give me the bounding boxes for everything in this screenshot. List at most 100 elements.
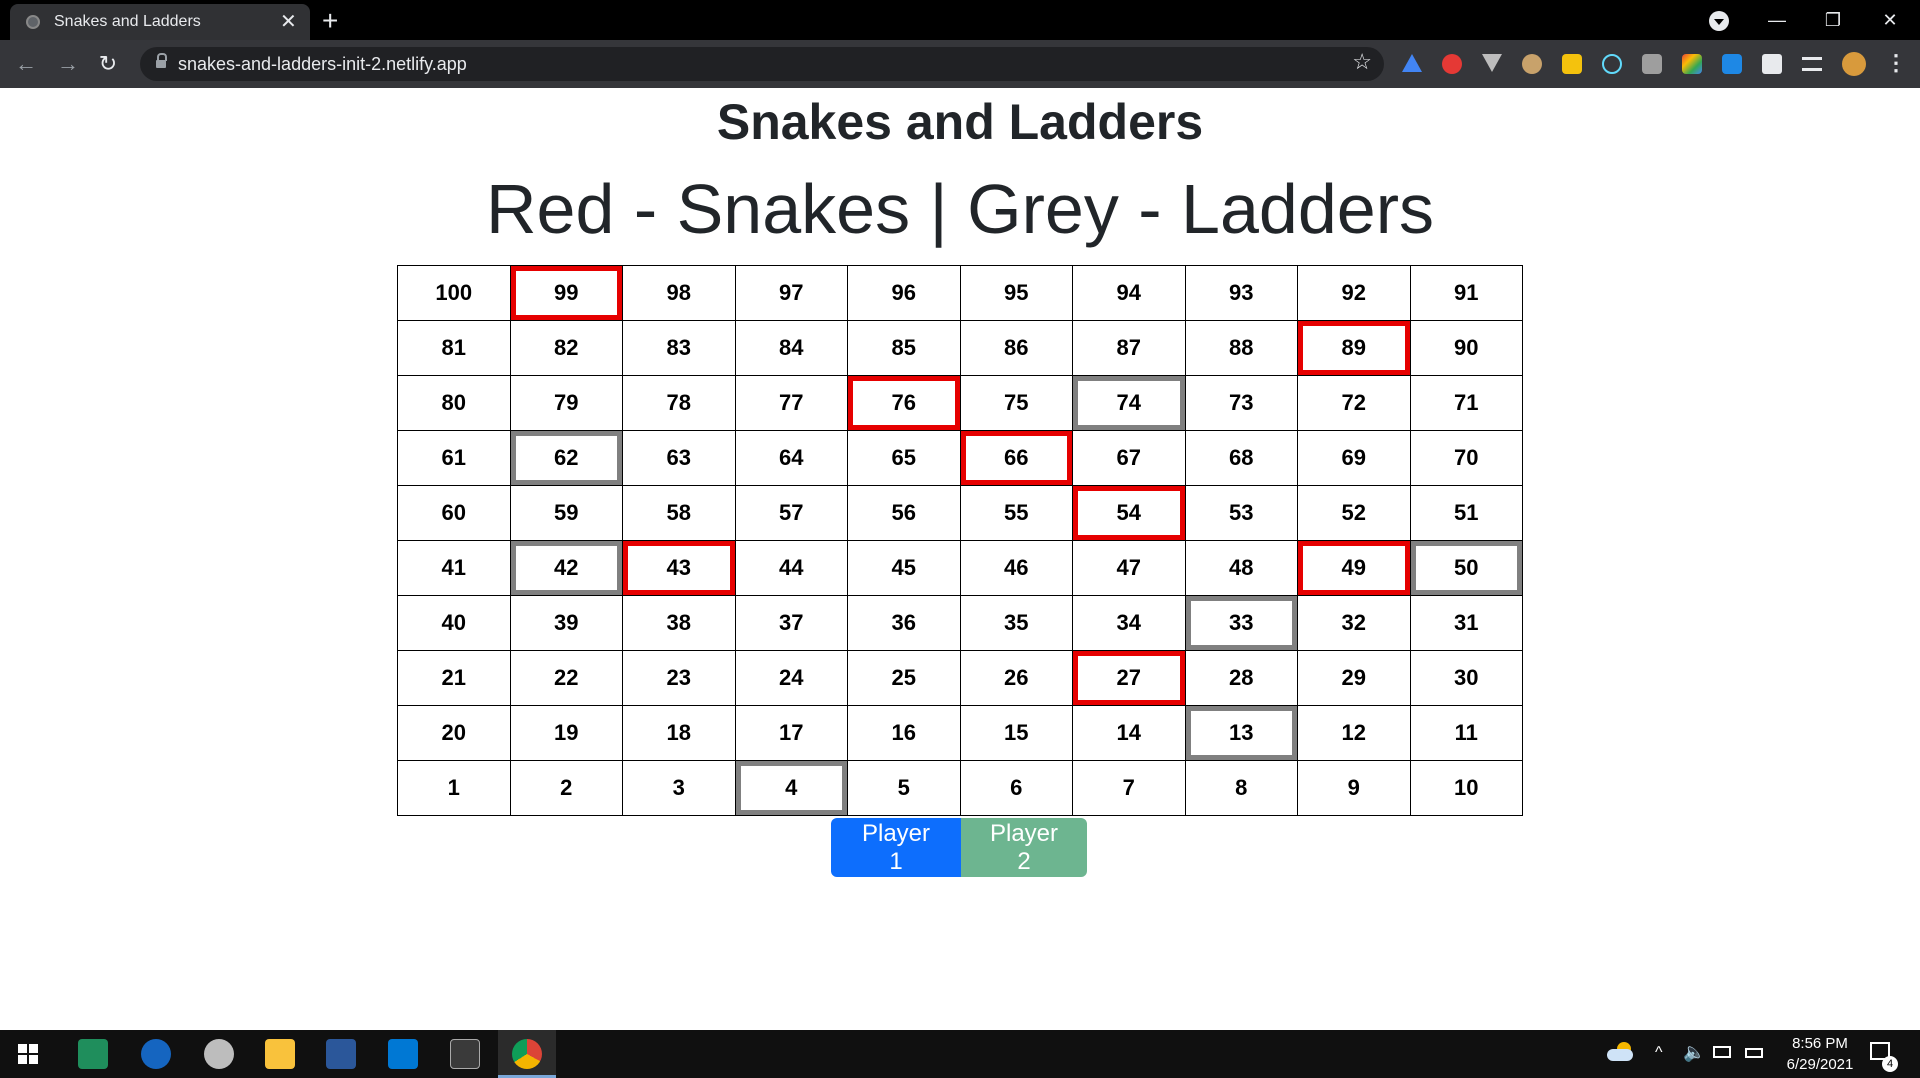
board-cell-34: 34	[1072, 595, 1186, 651]
page-subtitle: Red - Snakes | Grey - Ladders	[485, 170, 1435, 248]
player-button-group: Player 1 Player 2	[831, 818, 1087, 877]
back-button[interactable]: ←	[10, 48, 42, 80]
player2-button[interactable]: Player 2	[961, 818, 1087, 877]
board-cell-85: 85	[847, 320, 961, 376]
board-cell-93: 93	[1184, 265, 1298, 321]
board-cell-37: 37	[734, 595, 848, 651]
board-cell-28: 28	[1184, 650, 1298, 706]
puzzle-extensions-icon[interactable]	[1762, 54, 1782, 74]
windows-start-icon[interactable]	[18, 1044, 38, 1064]
board-cell-57: 57	[734, 485, 848, 541]
player1-button[interactable]: Player 1	[831, 818, 961, 877]
cookie-icon[interactable]	[1522, 54, 1542, 74]
board-cell-65: 65	[847, 430, 961, 486]
board-cell-19: 19	[509, 705, 623, 761]
profile-avatar-icon[interactable]	[1842, 52, 1866, 76]
clock-time[interactable]: 8:56 PM	[1770, 1035, 1870, 1052]
board-cell-79: 79	[509, 375, 623, 431]
board-cell-91: 91	[1409, 265, 1523, 321]
notification-count: 4	[1882, 1056, 1898, 1072]
reload-button[interactable]: ↻	[92, 48, 124, 80]
board-cell-13: 13	[1184, 705, 1298, 761]
board-cell-20: 20	[397, 705, 511, 761]
react-devtools-icon[interactable]	[1602, 54, 1622, 74]
board-cell-87: 87	[1072, 320, 1186, 376]
file-explorer-icon[interactable]	[265, 1039, 295, 1069]
globe-icon	[26, 15, 40, 29]
chat-icon[interactable]	[1642, 54, 1662, 74]
board-cell-51: 51	[1409, 485, 1523, 541]
board-cell-94: 94	[1072, 265, 1186, 321]
battery-icon[interactable]	[1745, 1048, 1763, 1058]
bookmark-star-icon[interactable]: ☆	[1352, 49, 1372, 75]
browser-toolbar: ← → ↻ snakes-and-ladders-init-2.netlify.…	[0, 40, 1920, 88]
board-cell-73: 73	[1184, 375, 1298, 431]
board-cell-77: 77	[734, 375, 848, 431]
chrome-icon[interactable]	[512, 1039, 542, 1069]
board-cell-66: 66	[959, 430, 1073, 486]
board-cell-58: 58	[622, 485, 736, 541]
board-cell-14: 14	[1072, 705, 1186, 761]
window-close-button[interactable]: ✕	[1870, 6, 1910, 34]
board-cell-97: 97	[734, 265, 848, 321]
notes-icon[interactable]	[1562, 54, 1582, 74]
chrome-taskbar-button[interactable]	[498, 1030, 556, 1078]
board-cell-11: 11	[1409, 705, 1523, 761]
board-cell-10: 10	[1409, 760, 1523, 816]
profile-dropdown-icon[interactable]	[1709, 11, 1729, 31]
board-cell-53: 53	[1184, 485, 1298, 541]
board-cell-35: 35	[959, 595, 1073, 651]
color-picker-icon[interactable]	[1682, 54, 1702, 74]
board-cell-56: 56	[847, 485, 961, 541]
board-cell-27: 27	[1072, 650, 1186, 706]
board-cell-32: 32	[1297, 595, 1411, 651]
media-queue-icon[interactable]	[1802, 57, 1822, 71]
close-tab-icon[interactable]: ✕	[280, 10, 297, 34]
forward-button[interactable]: →	[52, 48, 84, 80]
vue-devtools-icon[interactable]	[1482, 54, 1502, 72]
board-row: 20 19 18 17 16 15 14 13 12 11	[397, 705, 1523, 761]
board-cell-89: 89	[1297, 320, 1411, 376]
windows-taskbar: ^ 🔈 8:56 PM 6/29/2021 4	[0, 1030, 1920, 1078]
board-cell-25: 25	[847, 650, 961, 706]
board-cell-45: 45	[847, 540, 961, 596]
board-cell-5: 5	[847, 760, 961, 816]
board-row: 41 42 43 44 45 46 47 48 49 50	[397, 540, 1523, 596]
url-text[interactable]: snakes-and-ladders-init-2.netlify.app	[178, 54, 467, 75]
board-cell-62: 62	[509, 430, 623, 486]
network-icon[interactable]	[1713, 1046, 1731, 1058]
lock-icon[interactable]	[156, 53, 167, 69]
board-cell-74: 74	[1072, 375, 1186, 431]
board-cell-12: 12	[1297, 705, 1411, 761]
datagrip-icon[interactable]	[78, 1039, 108, 1069]
vscode-icon[interactable]	[388, 1039, 418, 1069]
board-cell-16: 16	[847, 705, 961, 761]
board-row: 100 99 98 97 96 95 94 93 92 91	[397, 265, 1523, 321]
volume-icon[interactable]: 🔈	[1683, 1042, 1705, 1063]
terminal-icon[interactable]	[450, 1039, 480, 1069]
wordpad-icon[interactable]	[141, 1039, 171, 1069]
weather-icon[interactable]	[1607, 1042, 1635, 1062]
window-minimize-button[interactable]: —	[1757, 6, 1797, 34]
address-bar[interactable]: snakes-and-ladders-init-2.netlify.app ☆	[140, 47, 1384, 81]
board-cell-2: 2	[509, 760, 623, 816]
board-cell-75: 75	[959, 375, 1073, 431]
browser-menu-icon[interactable]: ⋮	[1885, 50, 1907, 76]
drive-icon[interactable]	[1402, 54, 1422, 72]
board-cell-81: 81	[397, 320, 511, 376]
window-restore-button[interactable]: ❐	[1813, 6, 1853, 34]
clock-date[interactable]: 6/29/2021	[1770, 1056, 1870, 1073]
page-title: Snakes and Ladders	[716, 94, 1204, 150]
board-cell-18: 18	[622, 705, 736, 761]
word-icon[interactable]	[326, 1039, 356, 1069]
board-cell-88: 88	[1184, 320, 1298, 376]
adblock-icon[interactable]	[1442, 54, 1462, 74]
board-cell-48: 48	[1184, 540, 1298, 596]
clipper-icon[interactable]	[1722, 54, 1742, 74]
board-cell-99: 99	[509, 265, 623, 321]
browser-tab[interactable]: Snakes and Ladders ✕	[10, 4, 310, 40]
tray-chevron-up-icon[interactable]: ^	[1655, 1044, 1663, 1062]
new-tab-button[interactable]: +	[322, 4, 338, 38]
mongodb-compass-icon[interactable]	[204, 1039, 234, 1069]
board-cell-69: 69	[1297, 430, 1411, 486]
